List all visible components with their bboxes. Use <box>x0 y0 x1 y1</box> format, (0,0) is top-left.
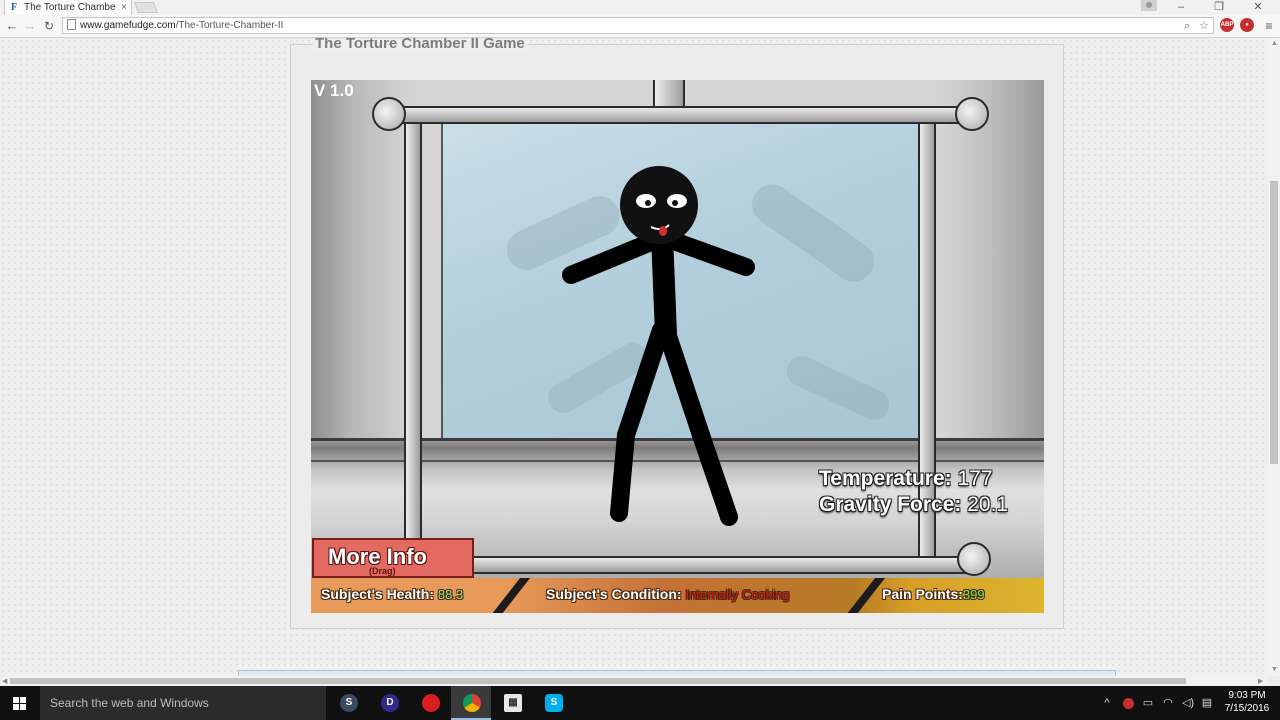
gravity-value: 20.1 <box>967 493 1009 516</box>
scroll-up-icon[interactable]: ▲ <box>1271 40 1278 47</box>
gravity-row: Gravity Force: 20.1 <box>819 492 1008 518</box>
zoom-icon[interactable]: ⌕ <box>1184 19 1190 33</box>
ceiling-clamp <box>653 80 685 108</box>
condition-label: Subject's Condition: <box>546 586 682 602</box>
browser-toolbar: ← → ↻ www.gamefudge.com/The-Torture-Cham… <box>0 15 1280 38</box>
tab-title: The Torture Chambe <box>24 2 116 13</box>
drag-hint: (Drag) <box>369 566 396 576</box>
left-pipe[interactable] <box>404 120 422 564</box>
vertical-scroll-thumb[interactable] <box>1270 181 1278 464</box>
bottom-right-bolt <box>957 542 991 576</box>
record-icon[interactable] <box>410 686 450 720</box>
pain-value: 399 <box>962 587 985 602</box>
top-left-bolt <box>372 97 406 131</box>
reload-icon[interactable]: ↻ <box>40 17 58 35</box>
url-domain: www.gamefudge.com <box>80 20 176 31</box>
taskbar-search[interactable]: Search the web and Windows <box>40 686 326 720</box>
steam-icon[interactable]: S <box>328 686 368 720</box>
url-path: /The-Torture-Chamber-II <box>175 20 284 31</box>
scroll-down-icon[interactable]: ▼ <box>1271 666 1278 673</box>
horizontal-scrollbar[interactable]: ◀ ▶ <box>0 676 1268 686</box>
temperature-row: Temperature: 177 <box>819 466 1008 492</box>
vertical-scrollbar[interactable]: ▲ ▼ <box>1268 38 1280 676</box>
system-clock[interactable]: 9:03 PM 7/15/2016 <box>1222 689 1272 715</box>
chrome-icon[interactable] <box>451 686 491 720</box>
physics-readout: Temperature: 177 Gravity Force: 20.1 <box>819 466 1008 518</box>
pain-label: Pain Points: <box>882 586 963 602</box>
scroll-right-icon[interactable]: ▶ <box>1258 677 1263 685</box>
wifi-icon[interactable]: ◠ <box>1160 686 1176 720</box>
top-pipe[interactable] <box>385 106 979 124</box>
stickman-ragdoll[interactable] <box>551 165 761 540</box>
more-info-button[interactable]: More Info (Drag) <box>312 538 474 578</box>
game-canvas[interactable]: V 1.0 Temperature: 177 Gravity Force: 20… <box>311 80 1044 613</box>
file-explorer-icon[interactable]: ▦ <box>492 686 532 720</box>
temperature-value: 177 <box>957 467 993 490</box>
version-label: V 1.0 <box>314 81 354 100</box>
health-stat: Subject's Health: 88.3 <box>321 586 463 602</box>
scroll-left-icon[interactable]: ◀ <box>2 677 7 685</box>
browser-tab[interactable]: F The Torture Chambe × <box>4 0 132 15</box>
top-right-bolt <box>955 97 989 131</box>
forward-icon[interactable]: → <box>21 17 39 35</box>
notifications-icon[interactable]: ▤ <box>1199 686 1215 720</box>
status-divider <box>488 578 534 613</box>
tab-close-icon[interactable]: × <box>121 0 127 15</box>
app-icon[interactable]: D <box>369 686 409 720</box>
tab-strip: F The Torture Chambe × – ❐ ✕ <box>0 0 1280 15</box>
condition-stat: Subject's Condition: Internally Cooking <box>546 586 790 602</box>
adblock-icon[interactable]: ABP <box>1220 18 1234 32</box>
new-tab-button[interactable] <box>133 2 159 13</box>
close-window-icon[interactable]: ✕ <box>1247 0 1269 15</box>
windows-taskbar: Search the web and Windows S D ▦ S ^ ▭ ◠… <box>0 686 1280 720</box>
condition-value: Internally Cooking <box>685 587 790 602</box>
health-value: 88.3 <box>437 587 464 602</box>
gravity-label: Gravity Force: <box>819 493 962 516</box>
horizontal-scroll-thumb[interactable] <box>10 678 1186 684</box>
url-text: www.gamefudge.com/The-Torture-Chamber-II <box>80 18 283 33</box>
favicon-icon: F <box>11 2 18 13</box>
windows-logo-icon <box>13 697 26 710</box>
bookmark-star-icon[interactable]: ☆ <box>1199 19 1209 33</box>
address-bar[interactable]: www.gamefudge.com/The-Torture-Chamber-II… <box>62 17 1214 34</box>
clock-time: 9:03 PM <box>1228 690 1266 701</box>
pain-stat: Pain Points:399 <box>882 586 985 602</box>
user-profile-icon[interactable] <box>1141 0 1157 11</box>
minimize-icon[interactable]: – <box>1170 0 1192 15</box>
page-icon <box>67 19 76 30</box>
back-icon[interactable]: ← <box>3 17 21 35</box>
tray-app-icon[interactable] <box>1120 686 1136 720</box>
menu-icon[interactable]: ≡ <box>1260 17 1278 35</box>
start-button[interactable] <box>0 686 40 720</box>
restore-icon[interactable]: ❐ <box>1208 0 1230 15</box>
reflection <box>744 176 882 290</box>
tray-chevron-icon[interactable]: ^ <box>1100 686 1114 720</box>
health-label: Subject's Health: <box>321 586 435 602</box>
extension-icon[interactable]: ● <box>1240 18 1254 32</box>
status-bar: Subject's Health: 88.3 Subject's Conditi… <box>311 578 1044 613</box>
skype-icon[interactable]: S <box>533 686 573 720</box>
search-placeholder: Search the web and Windows <box>50 696 209 710</box>
volume-icon[interactable]: ◁) <box>1180 686 1196 720</box>
clock-date: 7/15/2016 <box>1224 703 1270 714</box>
reflection <box>781 351 895 425</box>
battery-icon[interactable]: ▭ <box>1140 686 1156 720</box>
temperature-label: Temperature: <box>819 467 952 490</box>
game-heading: The Torture Chamber II Game <box>313 38 527 52</box>
bottom-pipe[interactable] <box>471 556 980 574</box>
